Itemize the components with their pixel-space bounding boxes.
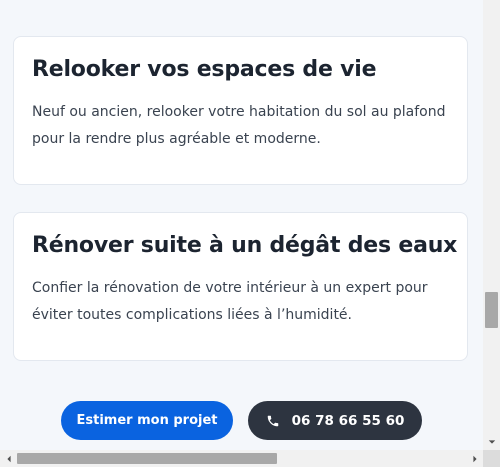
phone-number-label: 06 78 66 55 60	[291, 412, 405, 429]
card-description: Confier la rénovation de votre intérieur…	[32, 280, 428, 323]
service-card-water-damage: Rénover suite à un dégât des eaux Confie…	[13, 212, 468, 361]
estimate-project-button[interactable]: Estimer mon projet	[61, 401, 233, 440]
scroll-down-arrow-icon[interactable]	[483, 433, 500, 450]
page-viewport: Relooker vos espaces de vie Neuf ou anci…	[0, 0, 483, 450]
phone-icon	[266, 414, 280, 428]
horizontal-scrollbar[interactable]	[0, 450, 483, 467]
vertical-scrollbar[interactable]	[483, 0, 500, 450]
card-title: Relooker vos espaces de vie	[32, 57, 377, 82]
call-phone-button[interactable]: 06 78 66 55 60	[248, 401, 422, 440]
card-title: Rénover suite à un dégât des eaux	[32, 233, 458, 258]
scroll-left-arrow-icon[interactable]	[0, 450, 17, 467]
vertical-scrollbar-thumb[interactable]	[485, 292, 498, 328]
card-description: Neuf ou ancien, relooker votre habitatio…	[32, 104, 446, 147]
horizontal-scrollbar-thumb[interactable]	[17, 453, 277, 464]
scrollbar-corner	[483, 450, 500, 467]
service-card-relooking: Relooker vos espaces de vie Neuf ou anci…	[13, 36, 468, 185]
estimate-project-label: Estimer mon projet	[76, 413, 218, 428]
scroll-right-arrow-icon[interactable]	[466, 450, 483, 467]
